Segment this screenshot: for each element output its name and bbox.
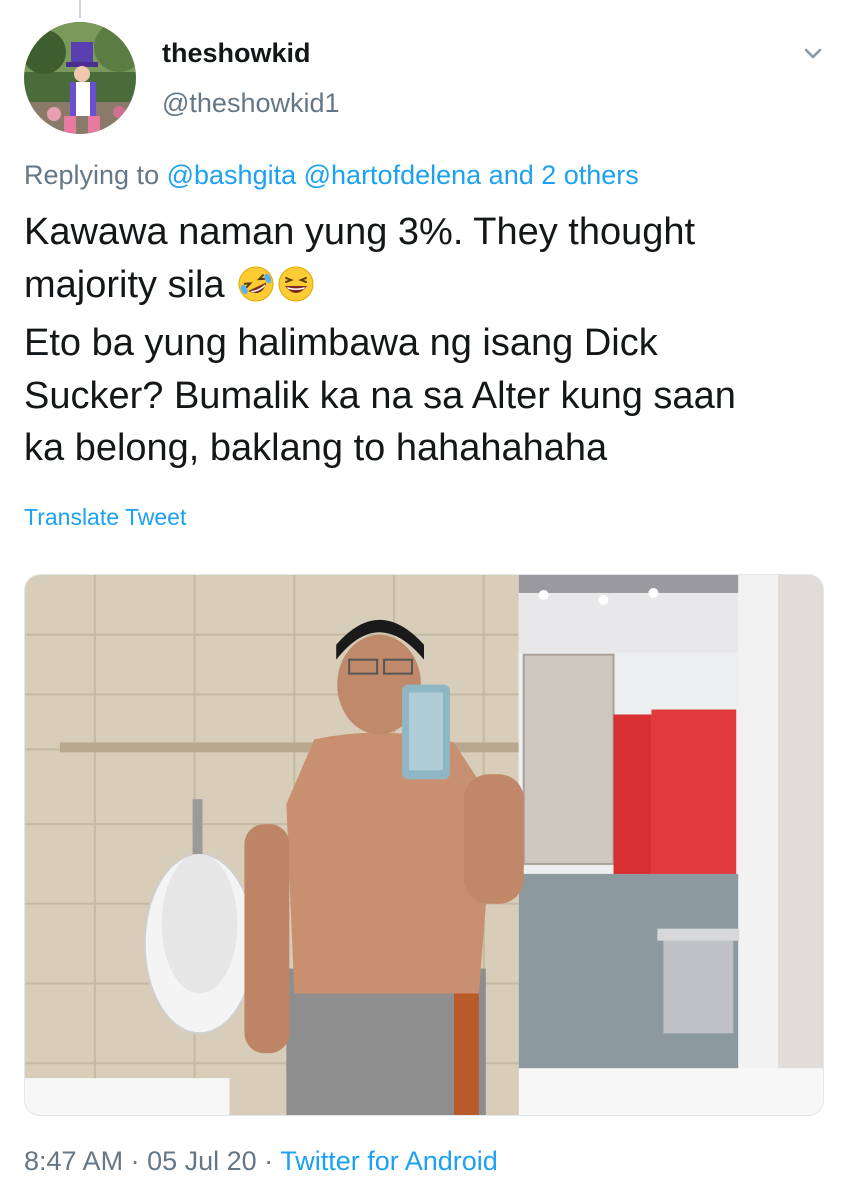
tweet-date[interactable]: 05 Jul 20 xyxy=(147,1146,257,1176)
thread-connector-line xyxy=(79,0,81,18)
replying-to: Replying to @bashgita @hartofdelena and … xyxy=(24,160,639,191)
mention-link[interactable]: @hartofdelena xyxy=(304,160,482,190)
display-name[interactable]: theshowkid xyxy=(162,38,311,69)
tweet-time[interactable]: 8:47 AM xyxy=(24,1146,123,1176)
tweet-text-line1: Kawawa naman yung 3%. They thought xyxy=(24,211,696,253)
translate-tweet-link[interactable]: Translate Tweet xyxy=(24,504,186,531)
grinning-squinting-emoji-icon xyxy=(277,265,315,318)
avatar-image xyxy=(24,22,136,134)
tweet-text-rest: Eto ba yung halimbawa ng isang Dick Suck… xyxy=(24,322,736,469)
replying-prefix: Replying to xyxy=(24,160,160,190)
mention-link[interactable]: @bashgita xyxy=(167,160,297,190)
photo-image xyxy=(25,575,823,1115)
others-link[interactable]: and 2 others xyxy=(489,160,639,190)
separator: · xyxy=(264,1146,274,1176)
chevron-down-icon[interactable] xyxy=(796,40,830,68)
tweet-photo[interactable] xyxy=(24,574,824,1116)
avatar[interactable] xyxy=(24,22,136,134)
rolling-laughing-emoji-icon xyxy=(237,265,275,318)
tweet-text: Kawawa naman yung 3%. They thought major… xyxy=(24,206,824,475)
user-handle[interactable]: @theshowkid1 xyxy=(162,88,340,119)
separator: · xyxy=(130,1146,140,1176)
tweet-meta: 8:47 AM · 05 Jul 20 · Twitter for Androi… xyxy=(24,1146,498,1177)
tweet-source-link[interactable]: Twitter for Android xyxy=(280,1146,498,1176)
tweet-text-line2: majority sila xyxy=(24,263,225,306)
